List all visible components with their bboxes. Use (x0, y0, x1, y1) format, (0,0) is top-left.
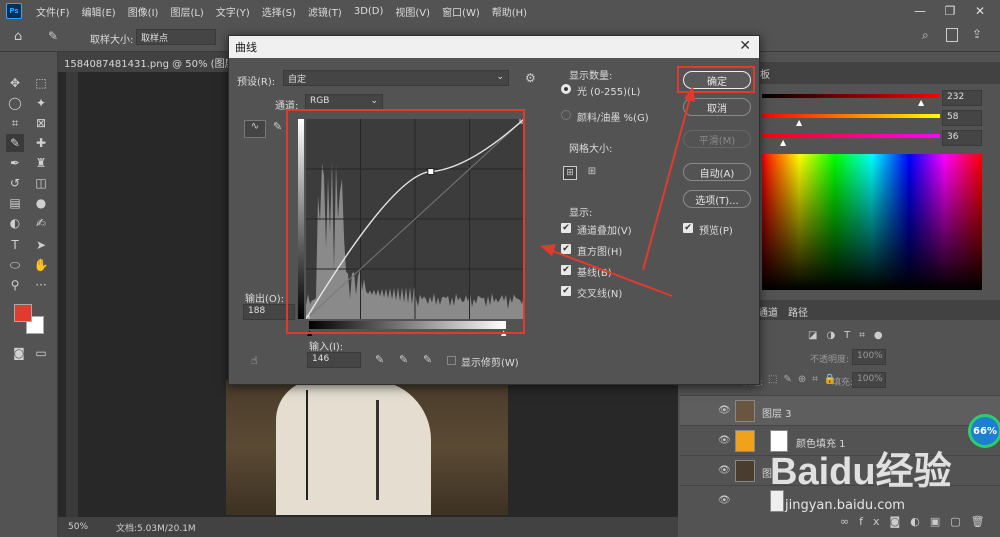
arrow-head (684, 86, 695, 102)
arrow-head (540, 244, 556, 256)
annotation-arrows (540, 86, 695, 297)
arrow-to-curve (549, 249, 673, 297)
arrow-to-ok (642, 97, 691, 271)
